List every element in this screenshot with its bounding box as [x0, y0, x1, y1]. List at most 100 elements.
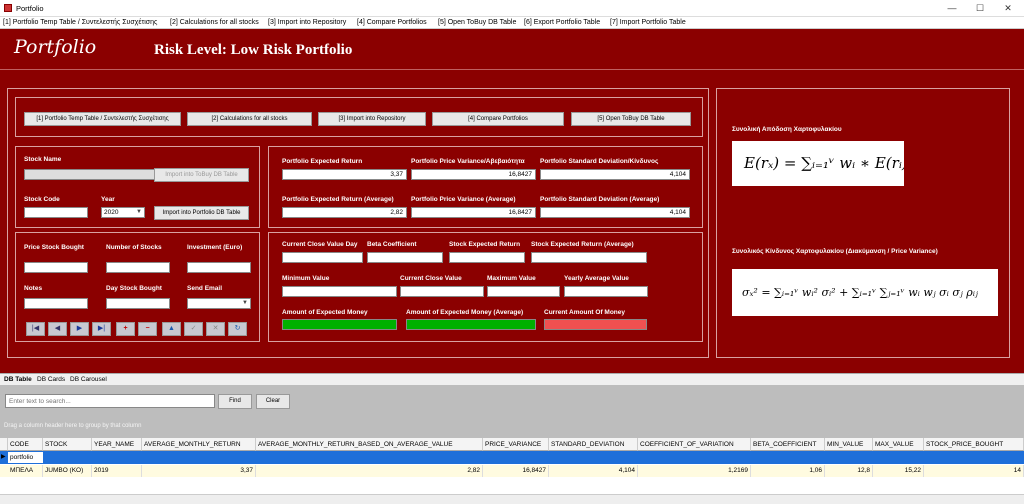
cell-price-variance: 16,8427 — [483, 465, 549, 477]
group-hint: Drag a column header here to group by th… — [4, 423, 142, 429]
next-record-icon[interactable]: ▶ — [70, 322, 89, 336]
column-header-beta[interactable]: BETA_COEFFICIENT — [751, 438, 825, 451]
column-header-price-variance[interactable]: PRICE_VARIANCE — [483, 438, 549, 451]
year-label: Year — [101, 196, 115, 203]
edit-record-icon[interactable]: ▲ — [162, 322, 181, 336]
current-money-label: Current Amount Of Money — [544, 309, 626, 316]
menu-item-calculations[interactable]: [2] Calculations for all stocks — [170, 19, 259, 26]
menu-item-import-repository[interactable]: [3] Import into Repository — [268, 19, 346, 26]
stddev-label: Portfolio Standard Deviation/Κίνδυνος — [540, 158, 659, 165]
variance-value: 16,8427 — [411, 169, 536, 180]
menu-item-compare[interactable]: [4] Compare Portfolios — [357, 19, 427, 26]
calculations-button[interactable]: [2] Calculations for all stocks — [187, 112, 312, 126]
prior-record-icon[interactable]: ◀ — [48, 322, 67, 336]
column-header-avg-monthly-return-avg[interactable]: AVERAGE_MONTHLY_RETURN_BASED_ON_AVERAGE_… — [256, 438, 483, 451]
notes-input[interactable] — [24, 298, 88, 309]
min-value-input — [282, 286, 397, 297]
day-bought-input[interactable] — [106, 298, 170, 309]
number-stocks-input[interactable] — [106, 262, 170, 273]
cell-price-bought: 14 — [924, 465, 1024, 477]
stddev-value: 4,104 — [540, 169, 690, 180]
search-input[interactable] — [5, 394, 215, 408]
clear-button[interactable]: Clear — [256, 394, 290, 409]
menu-item-open-tobuy[interactable]: [5] Open ToBuy DB Table — [438, 19, 516, 26]
insert-record-icon[interactable]: + — [116, 322, 135, 336]
maximize-button[interactable]: ☐ — [966, 0, 994, 17]
expected-return-avg-label: Portfolio Expected Return (Average) — [282, 196, 394, 203]
column-header-std-dev[interactable]: STANDARD_DEVIATION — [549, 438, 638, 451]
compare-portfolios-button[interactable]: [4] Compare Portfolios — [432, 112, 564, 126]
column-header-price-bought[interactable]: STOCK_PRICE_BOUGHT — [924, 438, 1024, 451]
cancel-record-icon[interactable]: ✕ — [206, 322, 225, 336]
last-record-icon[interactable]: ▶| — [92, 322, 111, 336]
stock-metrics-panel: Current Close Value Day Beta Coefficient… — [268, 232, 703, 342]
expected-money-label: Amount of Expected Money — [282, 309, 368, 316]
send-email-label: Send Email — [187, 285, 223, 292]
expected-money-avg-bar — [406, 319, 536, 330]
column-header-year[interactable]: YEAR_NAME — [92, 438, 142, 451]
column-header-coef-variation[interactable]: COEFFICIENT_OF_VARIATION — [638, 438, 751, 451]
max-value-label: Maximum Value — [487, 275, 536, 282]
tab-db-carousel[interactable]: DB Carousel — [70, 376, 107, 383]
cell-max: 15,22 — [873, 465, 924, 477]
close-value-label: Current Close Value — [400, 275, 462, 282]
post-record-icon[interactable]: ✓ — [184, 322, 203, 336]
column-header-code[interactable]: CODE — [8, 438, 43, 451]
menu-item-export[interactable]: [6] Export Portfolio Table — [524, 19, 600, 26]
refresh-icon[interactable]: ↻ — [228, 322, 247, 336]
horizontal-scrollbar[interactable] — [0, 494, 1024, 504]
tab-db-cards[interactable]: DB Cards — [37, 376, 65, 383]
menu-bar: [1] Portfolio Temp Table / Συντελεστής Σ… — [0, 17, 1024, 29]
portfolio-temp-button[interactable]: [1] Portfolio Temp Table / Συντελεστής Σ… — [24, 112, 181, 126]
return-formula-title: Συνολική Απόδοση Χαρτοφυλακίου — [732, 126, 842, 133]
column-header-max[interactable]: MAX_VALUE — [873, 438, 924, 451]
tab-db-table[interactable]: DB Table — [4, 376, 32, 383]
import-tobuy-button[interactable]: Import into ToBuy DB Table — [154, 168, 249, 182]
column-header-stock[interactable]: STOCK — [43, 438, 92, 451]
data-grid: CODE STOCK YEAR_NAME AVERAGE_MONTHLY_RET… — [0, 438, 1024, 504]
table-row[interactable]: ΜΠΕΛΑ JUMBO (KO) 2019 3,37 2,82 16,8427 … — [0, 465, 1024, 477]
expected-money-avg-label: Amount of Expected Money (Average) — [406, 309, 524, 316]
column-header-avg-monthly-return[interactable]: AVERAGE_MONTHLY_RETURN — [142, 438, 256, 451]
stddev-avg-value: 4,104 — [540, 207, 690, 218]
cell-coef-variation: 1,2169 — [638, 465, 751, 477]
close-day-input — [282, 252, 363, 263]
expected-return-label: Portfolio Expected Return — [282, 158, 363, 165]
close-button[interactable]: ✕ — [994, 0, 1022, 17]
variance-avg-label: Portfolio Price Variance (Average) — [411, 196, 516, 203]
stock-code-label: Stock Code — [24, 196, 60, 203]
import-portfolio-button[interactable]: Import into Portfolio DB Table — [154, 206, 249, 220]
import-repository-button[interactable]: [3] Import into Repository — [318, 112, 426, 126]
first-record-icon[interactable]: |◀ — [26, 322, 45, 336]
find-button[interactable]: Find — [218, 394, 252, 409]
cell-year: 2019 — [92, 465, 142, 477]
menu-item-import-table[interactable]: [7] Import Portfolio Table — [610, 19, 686, 26]
expected-return-avg-value: 2,82 — [282, 207, 407, 218]
minimize-button[interactable]: — — [938, 0, 966, 17]
cell-std-dev: 4,104 — [549, 465, 638, 477]
stock-name-select[interactable]: ▼ — [24, 169, 164, 180]
current-row-indicator: ▶ — [1, 454, 6, 460]
investment-input[interactable] — [187, 262, 251, 273]
column-header-min[interactable]: MIN_VALUE — [825, 438, 873, 451]
window-title: Portfolio — [16, 4, 44, 13]
stock-code-input[interactable] — [24, 207, 88, 218]
cell-avg-monthly-return-avg: 2,82 — [256, 465, 483, 477]
max-value-input — [487, 286, 560, 297]
delete-record-icon[interactable]: − — [138, 322, 157, 336]
row-indicator-header — [0, 438, 8, 451]
year-select[interactable]: 2020 ▼ — [101, 207, 145, 218]
price-bought-input[interactable] — [24, 262, 88, 273]
filter-input[interactable]: portfolio — [8, 452, 43, 463]
ser-avg-input — [531, 252, 647, 263]
menu-item-portfolio-temp[interactable]: [1] Portfolio Temp Table / Συντελεστής Σ… — [3, 19, 157, 26]
filter-row[interactable]: ▶ portfolio — [0, 451, 1024, 464]
title-bar: Portfolio — ☐ ✕ — [0, 0, 1024, 17]
chevron-down-icon: ▼ — [242, 300, 248, 306]
chevron-down-icon: ▼ — [136, 209, 142, 215]
portfolio-metrics-panel: Portfolio Expected Return 3,37 Portfolio… — [268, 146, 703, 228]
variance-avg-value: 16,8427 — [411, 207, 536, 218]
open-tobuy-button[interactable]: [5] Open ToBuy DB Table — [571, 112, 691, 126]
expected-return-value: 3,37 — [282, 169, 407, 180]
send-email-select[interactable]: ▼ — [187, 298, 251, 309]
